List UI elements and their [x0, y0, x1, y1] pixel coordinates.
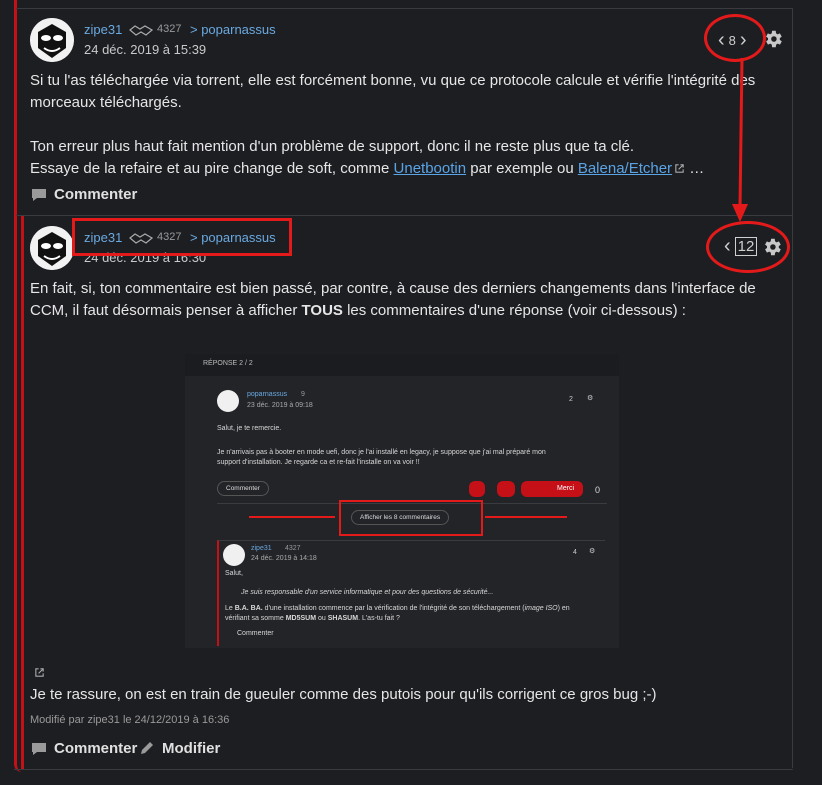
text-line: Ton erreur plus haut fait mention d'un p…	[30, 138, 635, 155]
edit-button[interactable]: Modifier	[138, 740, 220, 757]
comment-button[interactable]: Commenter	[30, 740, 137, 757]
comment-icon	[32, 742, 46, 755]
username: poparnassus	[247, 391, 288, 398]
balena-etcher-link[interactable]: Balena/Etcher	[578, 160, 672, 177]
gear-icon: ⚙	[589, 548, 596, 555]
post-date: 24 déc. 2019 à 14:18	[251, 555, 317, 562]
divider	[16, 8, 793, 9]
text-line: CCM, il faut désormais penser à afficher…	[30, 300, 790, 322]
text-line: Si tu l'as téléchargée via torrent, elle…	[30, 72, 756, 89]
post-date: 24 déc. 2019 à 15:39	[84, 42, 207, 57]
annotation-arrow	[732, 58, 748, 222]
avatar[interactable]	[30, 18, 74, 62]
comment-closing-text: Je te rassure, on est en train de gueule…	[30, 686, 657, 703]
nav-count: 2	[569, 396, 573, 403]
external-link-icon	[675, 164, 684, 173]
text-line: En fait, si, ton commentaire est bien pa…	[30, 280, 756, 297]
comment-label: Commenter	[54, 740, 138, 757]
downvote-button	[469, 481, 485, 497]
annotation-arrow	[485, 516, 567, 518]
text-line: Essaye de la refaire et au pire change d…	[30, 158, 790, 180]
text-line: morceaux téléchargés.	[30, 94, 182, 111]
gear-icon: ⚙	[587, 395, 594, 402]
bold-text: TOUS	[301, 302, 343, 319]
text: les commentaires d'une réponse (voir ci-…	[342, 302, 686, 319]
reputation-count: 9	[301, 391, 305, 398]
embedded-screenshot[interactable]: RÉPONSE 2 / 2 poparnassus 9 23 déc. 2019…	[185, 354, 619, 648]
text-line: Le B.A. BA. d'une installation commence …	[225, 605, 570, 612]
upvote-button	[497, 481, 515, 497]
comment-button: Commenter	[237, 630, 274, 637]
divider	[792, 8, 793, 768]
merci-label: Merci	[557, 485, 575, 492]
text-line: Je n'arrivais pas à booter en mode uefi,…	[217, 449, 546, 456]
quote-line: Je suis responsable d'un service informa…	[241, 589, 494, 596]
text: Essaye de la refaire et au pire change d…	[30, 160, 394, 177]
merci-button: Merci	[521, 481, 583, 497]
reputation-count: 4327	[285, 545, 301, 552]
embedded-header: RÉPONSE 2 / 2	[185, 354, 619, 376]
annotation-ellipse	[704, 14, 766, 62]
username-link[interactable]: zipe31	[84, 22, 122, 37]
username: zipe31	[251, 545, 272, 552]
external-link-icon[interactable]	[34, 667, 45, 678]
avatar	[223, 544, 245, 566]
show-all-comments-button: Afficher les 8 commentaires	[351, 510, 450, 525]
text: par exemple ou	[466, 160, 578, 177]
text-line: vérifiant sa somme MD5SUM ou SHASUM. L'a…	[225, 615, 400, 622]
comment-body: En fait, si, ton commentaire est bien pa…	[30, 278, 790, 322]
text: …	[685, 160, 705, 177]
avatar[interactable]	[30, 226, 74, 270]
annotation-ellipse	[706, 221, 790, 273]
text-line: Salut, je te remercie.	[217, 425, 282, 432]
text-line: support d'installation. Je regarde ca et…	[217, 459, 420, 466]
unetbootin-link[interactable]: Unetbootin	[394, 160, 467, 177]
text: CCM, il faut désormais penser à afficher	[30, 302, 302, 319]
reputation-count: 4327	[157, 23, 182, 35]
reply-indent-bar	[21, 216, 24, 769]
post-date: 23 déc. 2019 à 09:18	[247, 402, 313, 409]
handshake-icon	[129, 25, 153, 36]
comment-body: Si tu l'as téléchargée via torrent, elle…	[30, 70, 790, 180]
edit-label: Modifier	[162, 740, 221, 757]
nav-count: 4	[573, 549, 577, 556]
comment-button: Commenter	[217, 481, 269, 496]
modified-note: Modifié par zipe31 le 24/12/2019 à 16:36	[30, 714, 230, 726]
text-line: Salut,	[225, 570, 243, 577]
annotation-box	[72, 218, 292, 256]
comment-icon	[32, 188, 46, 201]
divider	[14, 769, 793, 770]
vote-count: 0	[595, 485, 601, 495]
comment-label: Commenter	[54, 186, 138, 203]
reply-to-link[interactable]: > poparnassus	[190, 22, 276, 37]
avatar	[217, 390, 239, 412]
comment-separator	[16, 215, 793, 216]
annotation-arrow	[249, 516, 335, 518]
embedded-header-text: RÉPONSE 2 / 2	[203, 360, 253, 367]
comment-button[interactable]: Commenter	[30, 186, 137, 203]
pencil-icon	[141, 741, 153, 754]
